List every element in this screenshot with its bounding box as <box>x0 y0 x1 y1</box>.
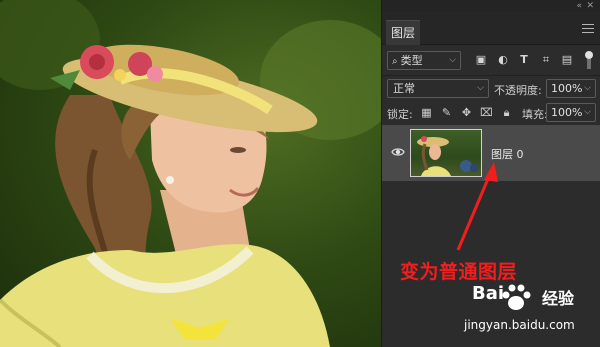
prevent-autonest-icon[interactable]: ⌧ <box>480 106 493 119</box>
image-filter-icon[interactable]: ▣ <box>474 53 488 67</box>
fill-field[interactable]: 100% ⌵ <box>546 103 596 122</box>
filter-toggle-icon[interactable] <box>585 51 593 69</box>
annotation-arrow <box>456 162 498 251</box>
type-filter-icon[interactable]: T <box>517 53 531 67</box>
chevron-down-icon: ⌵ <box>584 107 591 117</box>
lock-row: 锁定: ▦ ✎ ✥ ⌧ 🔒︎ 填充: 100% ⌵ <box>382 101 600 126</box>
chevron-down-icon: ⌵ <box>449 55 456 65</box>
lock-position-icon[interactable]: ✥ <box>460 106 473 119</box>
search-icon: ⌕ <box>392 56 398 67</box>
blend-row: 正常 ⌵ 不透明度: 100% ⌵ <box>382 76 600 100</box>
panel-title-bar: « ✕ <box>382 0 600 12</box>
filter-kind-label: 类型 <box>400 54 423 67</box>
blend-mode-value: 正常 <box>393 82 415 95</box>
paw-logo-icon <box>502 284 531 310</box>
lock-label: 锁定: <box>387 108 413 121</box>
watermark-url: jingyan.baidu.com <box>464 318 575 332</box>
hamburger-menu-icon[interactable] <box>582 24 594 36</box>
opacity-value: 100% <box>551 82 583 95</box>
filter-kind-select[interactable]: ⌕ 类型 ⌵ <box>387 51 461 70</box>
document-canvas[interactable] <box>0 0 381 347</box>
shape-filter-icon[interactable]: ⌗ <box>539 53 553 67</box>
watermark-label: 经验 <box>542 289 575 308</box>
annotation-text: 变为普通图层 <box>400 261 518 283</box>
smart-object-filter-icon[interactable]: ▤ <box>560 53 574 67</box>
blend-mode-select[interactable]: 正常 ⌵ <box>387 79 489 98</box>
panel-tab-bar: 图层 <box>382 12 600 45</box>
chevron-down-icon: ⌵ <box>477 83 484 93</box>
woman-in-hat-photo <box>0 0 381 347</box>
chevron-down-icon: ⌵ <box>584 83 591 93</box>
lock-transparent-pixels-icon[interactable]: ▦ <box>420 106 433 119</box>
baidu-jingyan-watermark: Bai 经验 jingyan.baidu.com <box>458 283 600 347</box>
adjustment-filter-icon[interactable]: ◐ <box>496 53 510 67</box>
opacity-label: 不透明度: <box>494 84 542 97</box>
fill-label: 填充: <box>522 108 548 121</box>
layer-filter-row: ⌕ 类型 ⌵ ▣ ◐ T ⌗ ▤ <box>382 47 600 76</box>
fill-value: 100% <box>551 106 583 119</box>
eye-icon[interactable] <box>391 145 405 159</box>
lock-all-icon[interactable]: 🔒︎ <box>500 106 513 119</box>
lock-image-pixels-icon[interactable]: ✎ <box>440 106 453 119</box>
opacity-field[interactable]: 100% ⌵ <box>546 79 596 98</box>
close-icon[interactable]: ✕ <box>586 0 594 12</box>
double-chevron-icon[interactable]: « <box>576 0 582 12</box>
tab-layers[interactable]: 图层 <box>386 20 420 45</box>
